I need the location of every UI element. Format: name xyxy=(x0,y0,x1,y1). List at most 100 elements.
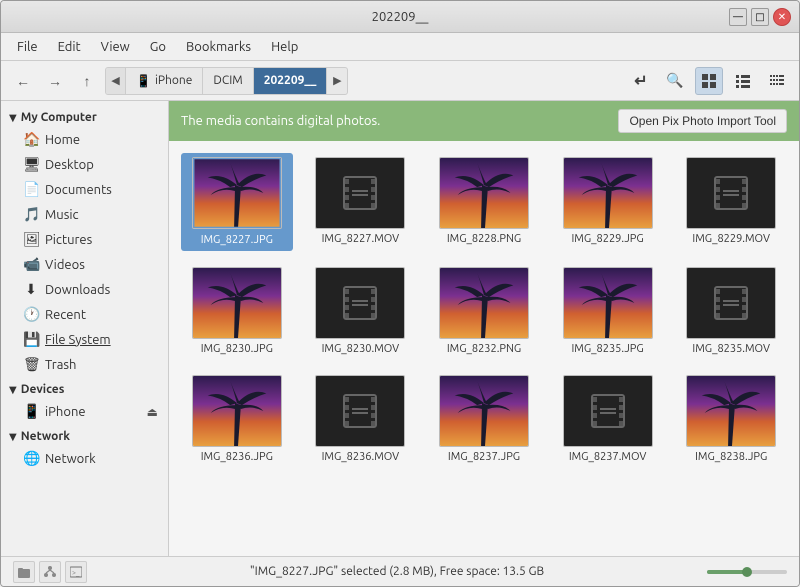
file-thumbnail xyxy=(439,157,529,229)
menu-edit[interactable]: Edit xyxy=(50,37,89,57)
sidebar-item-filesystem[interactable]: 💾 File System xyxy=(3,327,166,352)
file-thumbnail xyxy=(192,157,282,229)
filesystem-icon: 💾 xyxy=(23,331,39,348)
file-item[interactable]: IMG_8236.JPG xyxy=(181,371,293,467)
sidebar-item-label: Pictures xyxy=(45,233,92,247)
sidebar: ▼ My Computer 🏠 Home 🖥 Desktop 📄 Documen… xyxy=(1,101,169,556)
file-item[interactable]: IMG_8235.MOV xyxy=(675,263,787,359)
file-item[interactable]: IMG_8229.MOV xyxy=(675,153,787,251)
file-thumbnail xyxy=(315,157,405,229)
zoom-slider[interactable] xyxy=(707,570,787,574)
sidebar-item-iphone[interactable]: 📱 iPhone ⏏ xyxy=(3,399,166,424)
sidebar-item-label: Trash xyxy=(45,358,76,372)
search-button[interactable]: 🔍 xyxy=(661,67,689,95)
import-tool-button[interactable]: Open Pix Photo Import Tool xyxy=(618,109,787,133)
photo-thumbnail-svg xyxy=(440,157,528,229)
file-item[interactable]: IMG_8235.JPG xyxy=(552,263,664,359)
breadcrumb-prev[interactable]: ◀ xyxy=(106,67,126,95)
forward-button[interactable]: → xyxy=(41,67,69,95)
sidebar-item-music[interactable]: 🎵 Music xyxy=(3,202,166,227)
file-grid: IMG_8227.JPGIMG_8227.MOV IMG_8228.PNG IMG_… xyxy=(169,141,799,556)
breadcrumb-folder[interactable]: 202209__ xyxy=(254,67,328,95)
photo-thumbnail-svg xyxy=(193,267,281,339)
file-name: IMG_8228.PNG xyxy=(447,233,521,245)
view-list-button[interactable] xyxy=(729,67,757,95)
statusbar-icon-2[interactable] xyxy=(39,561,61,583)
breadcrumb-iphone[interactable]: 📱 iPhone xyxy=(126,67,203,95)
network-icon: 🌐 xyxy=(23,450,39,467)
eject-icon[interactable]: ⏏ xyxy=(147,405,158,419)
up-button[interactable]: ↑ xyxy=(73,67,101,95)
file-item[interactable]: IMG_8229.JPG xyxy=(552,153,664,251)
sidebar-item-downloads[interactable]: ⬇ Downloads xyxy=(3,277,166,302)
music-icon: 🎵 xyxy=(23,206,39,223)
menu-help[interactable]: Help xyxy=(263,37,306,57)
menubar: File Edit View Go Bookmarks Help xyxy=(1,33,799,61)
window-controls: — □ ✕ xyxy=(729,8,791,26)
sidebar-section-my-computer[interactable]: ▼ My Computer xyxy=(1,105,168,127)
sidebar-section-devices[interactable]: ▼ Devices xyxy=(1,377,168,399)
file-name: IMG_8230.MOV xyxy=(322,343,400,355)
minimize-button[interactable]: — xyxy=(729,8,747,26)
file-name: IMG_8232.PNG xyxy=(447,343,521,355)
file-name: IMG_8238.JPG xyxy=(695,451,767,463)
folder-icon xyxy=(18,566,30,578)
statusbar-icon-1[interactable] xyxy=(13,561,35,583)
menu-file[interactable]: File xyxy=(9,37,46,57)
svg-text:>_: >_ xyxy=(72,569,80,577)
breadcrumb-dcim-label: DCIM xyxy=(213,74,242,87)
photo-thumbnail-svg xyxy=(687,375,775,447)
maximize-button[interactable]: □ xyxy=(751,8,769,26)
file-area: The media contains digital photos. Open … xyxy=(169,101,799,556)
sidebar-section-network-label: Network xyxy=(21,430,70,443)
sidebar-item-pictures[interactable]: 🖼 Pictures xyxy=(3,227,166,252)
file-item[interactable]: IMG_8230.MOV xyxy=(305,263,417,359)
grid-view-icon xyxy=(701,73,717,89)
infobar-message: The media contains digital photos. xyxy=(181,114,380,128)
file-item[interactable]: IMG_8236.MOV xyxy=(305,371,417,467)
menu-bookmarks[interactable]: Bookmarks xyxy=(178,37,259,57)
view-compact-button[interactable] xyxy=(763,67,791,95)
breadcrumb-next[interactable]: ▶ xyxy=(327,67,347,95)
file-item[interactable]: IMG_8227.MOV xyxy=(305,153,417,251)
sidebar-item-recent[interactable]: 🕐 Recent xyxy=(3,302,166,327)
zoom-thumb xyxy=(742,567,752,577)
trash-icon: 🗑 xyxy=(23,356,39,373)
sidebar-section-network[interactable]: ▼ Network xyxy=(1,424,168,446)
breadcrumb: ◀ 📱 iPhone DCIM 202209__ ▶ xyxy=(105,67,348,95)
pictures-icon: 🖼 xyxy=(23,231,39,248)
close-button[interactable]: ✕ xyxy=(773,8,791,26)
file-item[interactable]: IMG_8237.MOV xyxy=(552,371,664,467)
sidebar-item-documents[interactable]: 📄 Documents xyxy=(3,177,166,202)
statusbar-icon-3[interactable]: >_ xyxy=(65,561,87,583)
sidebar-item-desktop[interactable]: 🖥 Desktop xyxy=(3,152,166,177)
sort-button[interactable]: ↵ xyxy=(627,67,655,95)
menu-go[interactable]: Go xyxy=(142,37,174,57)
breadcrumb-dcim[interactable]: DCIM xyxy=(203,67,253,95)
downloads-icon: ⬇ xyxy=(23,281,39,298)
chevron-icon: ▼ xyxy=(9,431,17,443)
file-name: IMG_8235.MOV xyxy=(692,343,770,355)
file-item[interactable]: IMG_8232.PNG xyxy=(428,263,540,359)
sidebar-item-trash[interactable]: 🗑 Trash xyxy=(3,352,166,377)
video-thumbnail-svg xyxy=(711,283,751,323)
back-button[interactable]: ← xyxy=(9,67,37,95)
statusbar: >_ "IMG_8227.JPG" selected (2.8 MB), Fre… xyxy=(1,556,799,586)
sidebar-item-label: Home xyxy=(45,133,80,147)
view-icons-button[interactable] xyxy=(695,67,723,95)
video-thumbnail-svg xyxy=(340,391,380,431)
sidebar-item-videos[interactable]: 📹 Videos xyxy=(3,252,166,277)
file-item[interactable]: IMG_8230.JPG xyxy=(181,263,293,359)
statusbar-icons: >_ xyxy=(13,561,87,583)
photo-thumbnail-svg xyxy=(193,375,281,447)
file-item[interactable]: IMG_8238.JPG xyxy=(675,371,787,467)
sidebar-item-label: Music xyxy=(45,208,79,222)
menu-view[interactable]: View xyxy=(93,37,138,57)
file-item[interactable]: IMG_8227.JPG xyxy=(181,153,293,251)
file-item[interactable]: IMG_8237.JPG xyxy=(428,371,540,467)
breadcrumb-folder-label: 202209__ xyxy=(264,74,317,87)
file-name: IMG_8229.JPG xyxy=(571,233,643,245)
sidebar-item-home[interactable]: 🏠 Home xyxy=(3,127,166,152)
sidebar-item-network[interactable]: 🌐 Network xyxy=(3,446,166,471)
file-item[interactable]: IMG_8228.PNG xyxy=(428,153,540,251)
